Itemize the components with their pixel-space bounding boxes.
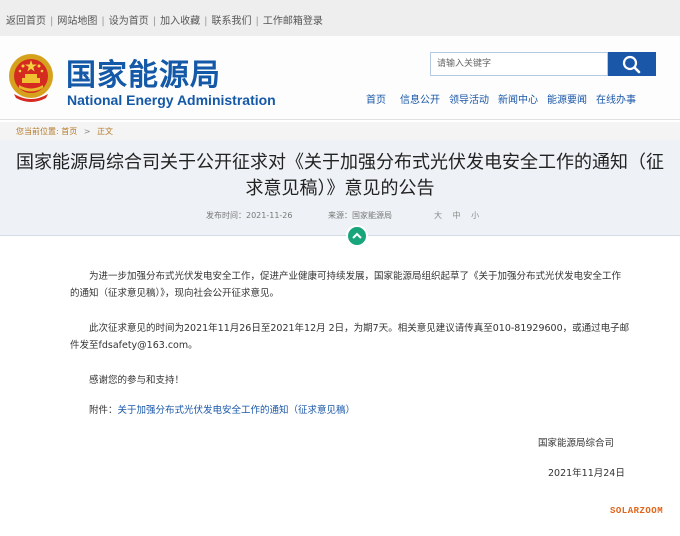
logo-chinese[interactable]: 国家能源局 bbox=[66, 50, 221, 94]
separator: | bbox=[204, 16, 208, 27]
watermark-text: SOLARZOOM bbox=[610, 506, 664, 516]
signature-date: 2021年11月24日 bbox=[548, 468, 625, 479]
nav-item-home[interactable]: 首页 bbox=[366, 95, 386, 106]
article-header: 国家能源局综合司关于公开征求对《关于加强分布式光伏发电安全工作的通知（征求意见稿… bbox=[0, 140, 680, 236]
search-icon bbox=[622, 55, 641, 74]
article-paragraph-1: 为进一步加强分布式光伏发电安全工作，促进产业健康可持续发展，国家能源局组织起草了… bbox=[70, 271, 622, 299]
breadcrumb-label: 您当前位置: bbox=[16, 127, 59, 136]
separator: | bbox=[152, 16, 157, 27]
link-work-mail[interactable]: 工作邮箱登录 bbox=[263, 16, 323, 27]
breadcrumb-home[interactable]: 首页 bbox=[61, 127, 77, 136]
separator: | bbox=[255, 16, 259, 27]
nav-item-news[interactable]: 新闻中心 bbox=[498, 95, 538, 106]
link-set-homepage[interactable]: 设为首页 bbox=[109, 16, 149, 27]
nav-item-energy-news[interactable]: 能源要闻 bbox=[547, 95, 587, 106]
font-size-switch[interactable]: 大 中 小 bbox=[434, 210, 483, 221]
collapse-toggle-button[interactable] bbox=[346, 225, 368, 247]
attachment-line: 附件：关于加强分布式光伏发电安全工作的通知（征求意见稿） bbox=[89, 402, 629, 419]
utility-links: 返回首页 | 网站地图 | 设为首页 | 加入收藏 | 联系我们 | 工作邮箱登录 bbox=[6, 12, 323, 27]
search-button[interactable] bbox=[608, 52, 656, 76]
top-utility-bar: 返回首页 | 网站地图 | 设为首页 | 加入收藏 | 联系我们 | 工作邮箱登录 bbox=[0, 0, 680, 36]
article-source: 来源：国家能源局 bbox=[328, 211, 392, 220]
separator: | bbox=[101, 16, 105, 27]
nav-item-leaders[interactable]: 领导活动 bbox=[449, 95, 489, 106]
breadcrumb: 您当前位置: 首页 > 正文 bbox=[0, 122, 680, 140]
link-contact[interactable]: 联系我们 bbox=[212, 16, 252, 27]
article-paragraph-2: 此次征求意见的时间为2021年11月26日至2021年12月 2日，为期7天。相… bbox=[70, 323, 630, 351]
link-add-favorite[interactable]: 加入收藏 bbox=[160, 16, 200, 27]
search-input[interactable] bbox=[430, 52, 608, 76]
nav-item-info[interactable]: 信息公开 bbox=[400, 95, 440, 106]
attachment-link[interactable]: 关于加强分布式光伏发电安全工作的通知（征求意见稿） bbox=[118, 405, 356, 416]
chevron-up-icon bbox=[352, 232, 362, 239]
article-title: 国家能源局综合司关于公开征求对《关于加强分布式光伏发电安全工作的通知（征求意见稿… bbox=[16, 152, 664, 199]
search-box bbox=[430, 52, 656, 78]
logo-english[interactable]: National Energy Administration bbox=[67, 92, 276, 108]
signature: 国家能源局综合司 bbox=[538, 438, 615, 449]
site-header: 国家能源局 National Energy Administration 首页 信… bbox=[0, 36, 680, 120]
separator: | bbox=[50, 16, 54, 27]
article-paragraph-3: 感谢您的参与和支持！ bbox=[89, 375, 185, 386]
link-sitemap[interactable]: 网站地图 bbox=[57, 16, 97, 27]
article-meta: 发布时间：2021-11-26 来源：国家能源局 大 中 小 bbox=[206, 210, 479, 221]
national-emblem-icon bbox=[9, 54, 53, 102]
breadcrumb-separator: > bbox=[83, 127, 91, 136]
nav-item-online-service[interactable]: 在线办事 bbox=[596, 95, 636, 106]
main-nav: 首页 信息公开 领导活动 新闻中心 能源要闻 在线办事 bbox=[366, 91, 645, 106]
attachment-label: 附件： bbox=[89, 405, 118, 416]
publish-date: 发布时间：2021-11-26 bbox=[206, 211, 293, 220]
breadcrumb-current[interactable]: 正文 bbox=[97, 127, 113, 136]
link-home[interactable]: 返回首页 bbox=[6, 16, 46, 27]
